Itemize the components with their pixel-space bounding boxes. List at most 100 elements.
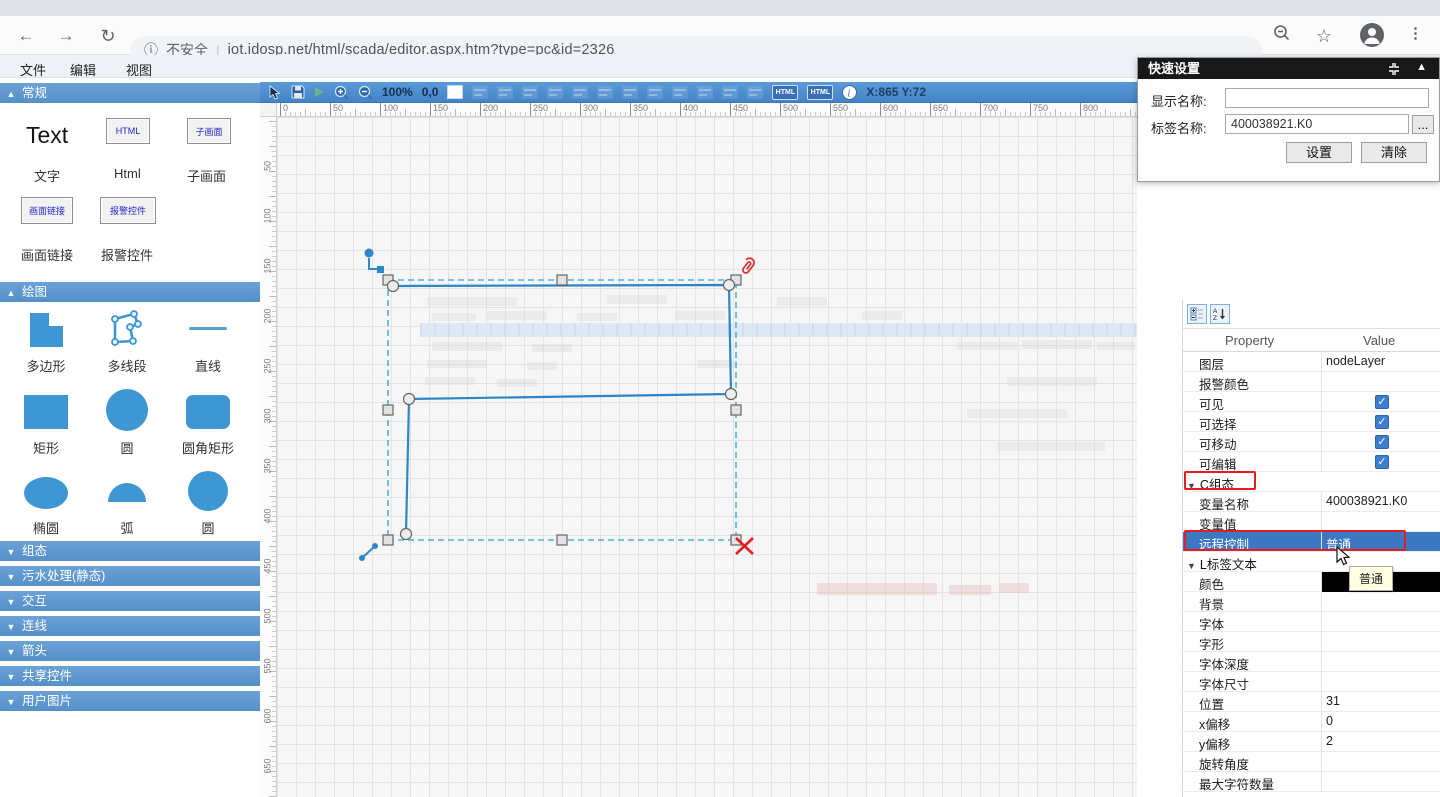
select-cursor-icon[interactable]	[269, 85, 282, 100]
checkbox-checked-icon[interactable]: ✓	[1375, 395, 1389, 409]
section-collapsed-5[interactable]: ▼共享控件	[0, 666, 260, 686]
sort-az-icon[interactable]: AZ	[1210, 304, 1230, 324]
property-row-0[interactable]: 图层nodeLayer	[1183, 352, 1440, 372]
property-row-4[interactable]: 可移动✓	[1183, 432, 1440, 452]
reload-icon[interactable]: ↻	[96, 24, 120, 48]
align-tool-icon-9[interactable]	[697, 86, 713, 99]
export-html-icon[interactable]: HTML	[772, 85, 798, 100]
property-row-13[interactable]: 字体	[1183, 612, 1440, 632]
save-icon[interactable]	[291, 85, 305, 99]
display-name-label: 显示名称:	[1151, 91, 1207, 110]
section-collapsed-1[interactable]: ▼污水处理(静态)	[0, 566, 260, 586]
property-value[interactable]: 0	[1326, 714, 1333, 728]
set-button[interactable]: 设置	[1286, 142, 1352, 163]
section-collapsed-0[interactable]: ▼组态	[0, 541, 260, 561]
browser-menu-icon[interactable]: ⋮	[1408, 24, 1423, 42]
property-value[interactable]: 2	[1326, 734, 1333, 748]
property-row-14[interactable]: 字形	[1183, 632, 1440, 652]
align-tool-icon-8[interactable]	[672, 86, 688, 99]
profile-avatar[interactable]	[1360, 23, 1384, 47]
property-row-12[interactable]: 背景	[1183, 592, 1440, 612]
property-row-group[interactable]: ▼L标签文本	[1183, 552, 1440, 572]
zoom-in-icon[interactable]	[334, 85, 349, 100]
draw-tool-polyline[interactable]: 多线段	[87, 308, 167, 375]
align-tool-icon-2[interactable]	[522, 86, 538, 99]
tool-text[interactable]: Text	[26, 122, 68, 149]
section-collapsed-3[interactable]: ▼连线	[0, 616, 260, 636]
draw-tool-rect[interactable]: 矩形	[6, 390, 86, 457]
align-tool-icon-3[interactable]	[547, 86, 563, 99]
tag-name-input[interactable]	[1225, 114, 1409, 134]
checkbox-checked-icon[interactable]: ✓	[1375, 415, 1389, 429]
property-row-7[interactable]: 变量名称400038921.K0	[1183, 492, 1440, 512]
property-row-2[interactable]: 可见✓	[1183, 392, 1440, 412]
page-background-icon[interactable]	[447, 85, 463, 99]
section-general[interactable]: ▲常规	[0, 83, 260, 103]
bookmark-star-icon[interactable]: ☆	[1312, 24, 1336, 48]
property-value[interactable]: nodeLayer	[1326, 354, 1385, 368]
align-tool-icon-4[interactable]	[572, 86, 588, 99]
zoom-out-icon[interactable]	[358, 85, 373, 100]
browse-button[interactable]: ...	[1412, 115, 1434, 134]
property-row-8[interactable]: 变量值	[1183, 512, 1440, 532]
forward-icon[interactable]: →	[54, 24, 78, 48]
property-row-21[interactable]: 最大字符数量	[1183, 772, 1440, 792]
tool-html[interactable]: HTML	[106, 118, 150, 144]
draw-tool-ellipse[interactable]: 椭圆	[6, 470, 86, 537]
zoom-out-page-icon[interactable]	[1270, 24, 1294, 48]
property-row-1[interactable]: 报警颜色	[1183, 372, 1440, 392]
export-html-2-icon[interactable]: HTML	[807, 85, 833, 100]
align-tool-icon-10[interactable]	[722, 86, 738, 99]
section-collapsed-4[interactable]: ▼箭头	[0, 641, 260, 661]
display-name-input[interactable]	[1225, 88, 1429, 108]
h-ruler-tick: 600	[880, 103, 898, 116]
collapse-panel-icon[interactable]: ▲	[1416, 61, 1427, 73]
tool-subscreen[interactable]: 子画面	[187, 118, 231, 144]
checkbox-checked-icon[interactable]: ✓	[1375, 435, 1389, 449]
property-row-19[interactable]: y偏移2	[1183, 732, 1440, 752]
align-tool-icon-5[interactable]	[597, 86, 613, 99]
tool-alarm-control[interactable]: 报警控件	[100, 197, 156, 224]
section-draw[interactable]: ▲绘图	[0, 282, 260, 302]
draw-tool-arc[interactable]: 弧	[87, 470, 167, 537]
info-icon[interactable]: i	[842, 85, 857, 100]
categorized-view-icon[interactable]	[1187, 304, 1207, 324]
align-tool-icon-7[interactable]	[647, 86, 663, 99]
property-row-3[interactable]: 可选择✓	[1183, 412, 1440, 432]
selected-polyline-shape[interactable]	[277, 117, 1137, 797]
draw-tool-circle[interactable]: 圆	[87, 390, 167, 457]
property-value[interactable]: 31	[1326, 694, 1340, 708]
vertical-ruler: 50100150200250300350400450500550600650	[260, 117, 277, 797]
back-icon[interactable]: ←	[14, 24, 38, 48]
property-row-15[interactable]: 字体深度	[1183, 652, 1440, 672]
property-value[interactable]: 400038921.K0	[1326, 494, 1407, 508]
delete-x-icon[interactable]	[736, 538, 753, 554]
property-row-18[interactable]: x偏移0	[1183, 712, 1440, 732]
align-tool-icon-11[interactable]	[747, 86, 763, 99]
property-row-9[interactable]: 远程控制普通	[1183, 532, 1440, 552]
tool-screen-link[interactable]: 画面链接	[21, 197, 73, 224]
align-tool-icon-0[interactable]	[472, 86, 488, 99]
property-row-20[interactable]: 旋转角度	[1183, 752, 1440, 772]
property-row-11[interactable]: 颜色	[1183, 572, 1440, 592]
property-row-5[interactable]: 可编辑✓	[1183, 452, 1440, 472]
draw-tool-line[interactable]: 直线	[168, 308, 248, 375]
align-tool-icon-1[interactable]	[497, 86, 513, 99]
attachment-paperclip-icon[interactable]	[739, 256, 756, 274]
property-row-17[interactable]: 位置31	[1183, 692, 1440, 712]
draw-tool-roundrect[interactable]: 圆角矩形	[168, 390, 248, 457]
draw-tool-polygon[interactable]: 多边形	[6, 308, 86, 375]
run-icon[interactable]	[314, 86, 325, 98]
align-tool-icon-6[interactable]	[622, 86, 638, 99]
drawing-canvas[interactable]	[277, 117, 1137, 797]
clear-button[interactable]: 清除	[1361, 142, 1427, 163]
section-collapsed-6[interactable]: ▼用户图片	[0, 691, 260, 711]
property-row-16[interactable]: 字体尺寸	[1183, 672, 1440, 692]
draw-tool-circle2[interactable]: 圆	[168, 470, 248, 537]
dock-icon[interactable]	[1387, 62, 1401, 81]
property-row-group[interactable]: ▼C组态	[1183, 472, 1440, 492]
group-expand-icon[interactable]: ▼	[1187, 561, 1196, 571]
section-collapsed-2[interactable]: ▼交互	[0, 591, 260, 611]
group-expand-icon[interactable]: ▼	[1187, 481, 1196, 491]
checkbox-checked-icon[interactable]: ✓	[1375, 455, 1389, 469]
